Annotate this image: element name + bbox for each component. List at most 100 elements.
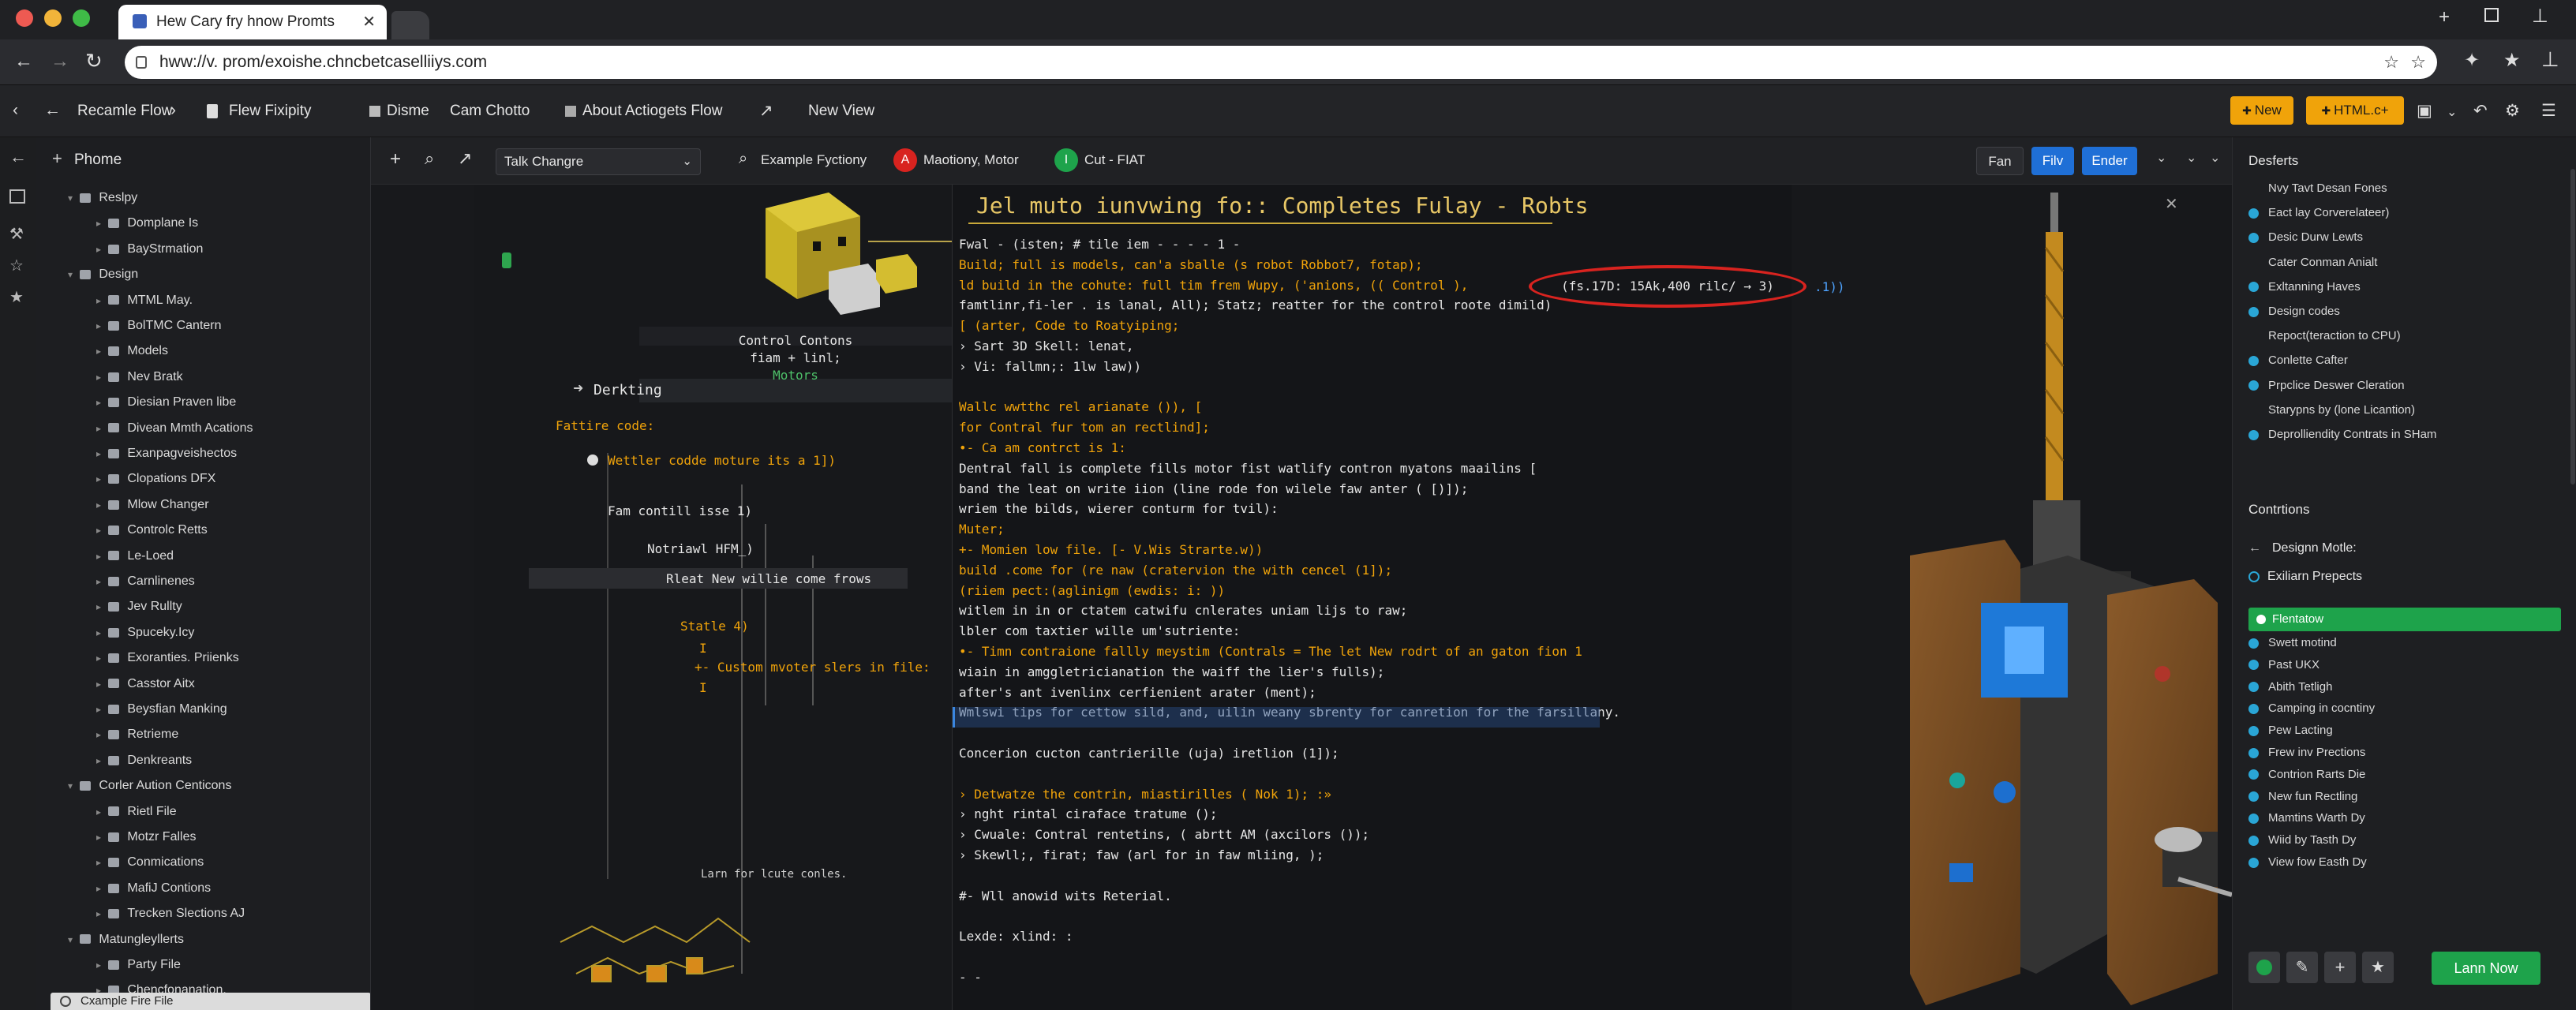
sidebar-item[interactable]: ▸ Le-Loed [96, 544, 174, 568]
code-line[interactable]: › Detwatze the contrin, miastirilles ( N… [959, 787, 1331, 802]
right-panel-item[interactable]: Nvy Tavt Desan Fones [2248, 181, 2387, 195]
motor-label[interactable]: Maotiony, Motor [923, 152, 1019, 168]
code-line[interactable]: witlem in in or ctatem catwifu cnlerates… [959, 603, 1407, 618]
right-panel-list-item[interactable]: View fow Easth Dy [2248, 855, 2367, 869]
chevron-right-icon[interactable]: ▸ [96, 601, 103, 612]
right-panel-list-item[interactable]: Contrion Rarts Die [2248, 768, 2365, 781]
chevron-right-icon[interactable]: ▸ [96, 551, 103, 562]
sidebar-item[interactable]: ▸ Carnlinenes [96, 570, 195, 593]
sidebar-item[interactable]: ▸ Exoranties. Priienks [96, 646, 239, 670]
chevron-down-icon[interactable]: ▾ [68, 193, 75, 204]
chevron-right-icon[interactable]: ▸ [96, 806, 103, 817]
sidebar-item[interactable]: ▸ Party File [96, 953, 181, 977]
chevron-down-icon[interactable]: ▾ [68, 269, 75, 280]
toolbar-item-new-view[interactable]: New View [808, 103, 874, 120]
chevron-down-icon[interactable]: ⌄ [2156, 150, 2166, 166]
maximize-window-icon[interactable] [73, 9, 90, 27]
toolbar-item-flew-fixipity[interactable]: Flew Fixipity [229, 103, 312, 120]
undo-icon[interactable]: ↶ [2473, 101, 2488, 121]
add-node-icon[interactable]: + [390, 148, 401, 170]
link-icon[interactable]: ↗ [458, 148, 472, 169]
forward-arrow-icon[interactable]: → [51, 50, 69, 73]
image-icon[interactable]: ▣ [2417, 101, 2432, 121]
tab-close-icon[interactable]: ✕ [362, 12, 376, 32]
right-panel-list-item[interactable]: New fun Rectling [2248, 790, 2357, 803]
right-panel-list-item[interactable]: Frew inv Prections [2248, 746, 2365, 759]
chevron-right-icon[interactable]: ▸ [96, 960, 103, 971]
right-panel-item[interactable]: Repoct(teraction to CPU) [2248, 329, 2401, 342]
cut-label[interactable]: Cut - FIAT [1084, 152, 1145, 168]
sidebar-item[interactable]: ▸ MTML May. [96, 289, 193, 312]
sidebar-item[interactable]: ▸ Trecken Slections AJ [96, 902, 245, 926]
sidebar-item[interactable]: ▸ Domplane Is [96, 211, 198, 235]
chevron-right-icon[interactable]: ▸ [96, 448, 103, 459]
chevron-right-icon[interactable]: ▸ [96, 499, 103, 511]
sidebar-item[interactable]: ▾ Design [68, 263, 138, 286]
favorite-icon[interactable]: ☆ [9, 256, 24, 275]
restore-window-icon[interactable] [2484, 8, 2499, 22]
code-line[interactable]: wriem the bilds, wierer conturm for tvil… [959, 501, 1279, 516]
sidebar-item[interactable]: ▸ Jev Rullty [96, 595, 182, 619]
back-arrow-icon[interactable]: ← [14, 50, 33, 73]
chevron-right-icon[interactable]: ▸ [96, 908, 103, 919]
code-line[interactable]: Fwal - (isten; # tile iem - - - - 1 - [959, 237, 1240, 252]
back-icon[interactable]: ‹ [13, 101, 18, 120]
sidebar-item[interactable]: ▸ Nev Bratk [96, 365, 183, 389]
code-line[interactable]: Muter; [959, 522, 1005, 537]
chevron-down-icon-3[interactable]: ⌄ [2210, 150, 2220, 166]
right-scrollbar[interactable] [2570, 169, 2575, 484]
node-line-4[interactable]: Rleat New willie come frows [666, 571, 871, 586]
toolbar-item-about-actiogets-flow[interactable]: About Actiogets Flow [582, 103, 722, 120]
toolbar-item-disme[interactable]: Disme [387, 103, 429, 120]
sidebar-item[interactable]: ▸ BolTMC Cantern [96, 314, 222, 338]
right-panel-item[interactable]: Design codes [2248, 305, 2340, 318]
sidebar-item[interactable]: ▾ Matungleyllerts [68, 928, 184, 952]
right-panel-item[interactable]: Eact lay Corverelateer) [2248, 206, 2389, 219]
bookmark-star-icon[interactable]: ☆ [2383, 46, 2399, 79]
right-panel-list-item[interactable]: Abith Tetligh [2248, 680, 2332, 694]
code-line[interactable]: •- Ca am contrct is 1: [959, 440, 1126, 455]
hamburger-menu-icon[interactable]: ☰ [2541, 101, 2556, 121]
star-button[interactable]: ★ [2362, 952, 2394, 983]
chevron-right-icon[interactable]: ▸ [96, 729, 103, 740]
code-line[interactable]: famtlinr,fi-ler . is lanal, All); Statz;… [959, 297, 1552, 312]
globe-button[interactable] [2248, 952, 2280, 983]
right-panel-item[interactable]: Cater Conman Anialt [2248, 256, 2377, 269]
close-window-icon[interactable] [16, 9, 33, 27]
chevron-right-icon[interactable]: ▸ [96, 346, 103, 357]
star-icon[interactable]: ★ [2503, 49, 2521, 72]
code-line[interactable]: › Skewll;, firat; faw (arl for in faw ml… [959, 847, 1324, 862]
code-line[interactable]: Dentral fall is complete fills motor fis… [959, 461, 1537, 476]
code-line[interactable]: › Vi: fallmn;: 1lw law)) [959, 359, 1141, 374]
pen-icon[interactable]: ↗ [759, 101, 773, 121]
code-line[interactable]: after's ant ivenlinx cerfienient arater … [959, 685, 1316, 700]
derkting-section[interactable]: Derkting [593, 382, 662, 398]
chevron-right-icon[interactable]: ▸ [96, 627, 103, 638]
sidebar-item[interactable]: ▸ Exanpagveishectos [96, 442, 237, 466]
sidebar-item[interactable]: ▸ Retrieme [96, 723, 178, 746]
sidebar-item[interactable]: ▸ Mlow Changer [96, 493, 209, 517]
example-function-label[interactable]: Example Fyctiony [761, 152, 867, 168]
code-line[interactable]: › Cwuale: Contral rentetins, ( abrtt AM … [959, 827, 1369, 842]
sidebar-item[interactable]: ▸ Models [96, 339, 168, 363]
code-line[interactable]: › nght rintal ciraface tratume (); [959, 806, 1218, 821]
menu-pin-icon[interactable]: ⊥ [2541, 47, 2559, 72]
chevron-right-icon[interactable]: ▸ [96, 883, 103, 894]
sidebar-footer-file[interactable]: Cxample Fire File [51, 993, 370, 1010]
code-line[interactable]: [ (arter, Code to Roatyiping; [959, 318, 1179, 333]
chevron-right-icon[interactable]: ▸ [96, 704, 103, 715]
right-panel-item[interactable]: Deprolliendity Contrats in SHam [2248, 428, 2436, 441]
chevron-right-icon[interactable]: ▸ [96, 679, 103, 690]
projects-radio-icon[interactable] [2248, 571, 2260, 582]
design-mode-label[interactable]: Designn Motle: [2272, 541, 2357, 556]
node-line-3[interactable]: Notriawl HFM_) [647, 541, 754, 556]
chevron-right-icon[interactable]: ▸ [96, 653, 103, 664]
code-line[interactable]: › Sart 3D Skell: lenat, [959, 339, 1134, 354]
chevron-down-icon[interactable]: ▾ [68, 934, 75, 945]
fan-button[interactable]: Fan [1976, 147, 2024, 175]
toolbar-item-cam-chotto[interactable]: Cam Chotto [450, 103, 530, 120]
sidebar-item[interactable]: ▸ Casstor Aitx [96, 672, 195, 696]
right-panel-item[interactable]: Starypns by (lone Licantion) [2248, 403, 2415, 417]
code-line[interactable]: wiain in amggletricianation the waiff th… [959, 664, 1384, 679]
code-line[interactable]: Build; full is models, can'a sballe (s r… [959, 257, 1423, 272]
